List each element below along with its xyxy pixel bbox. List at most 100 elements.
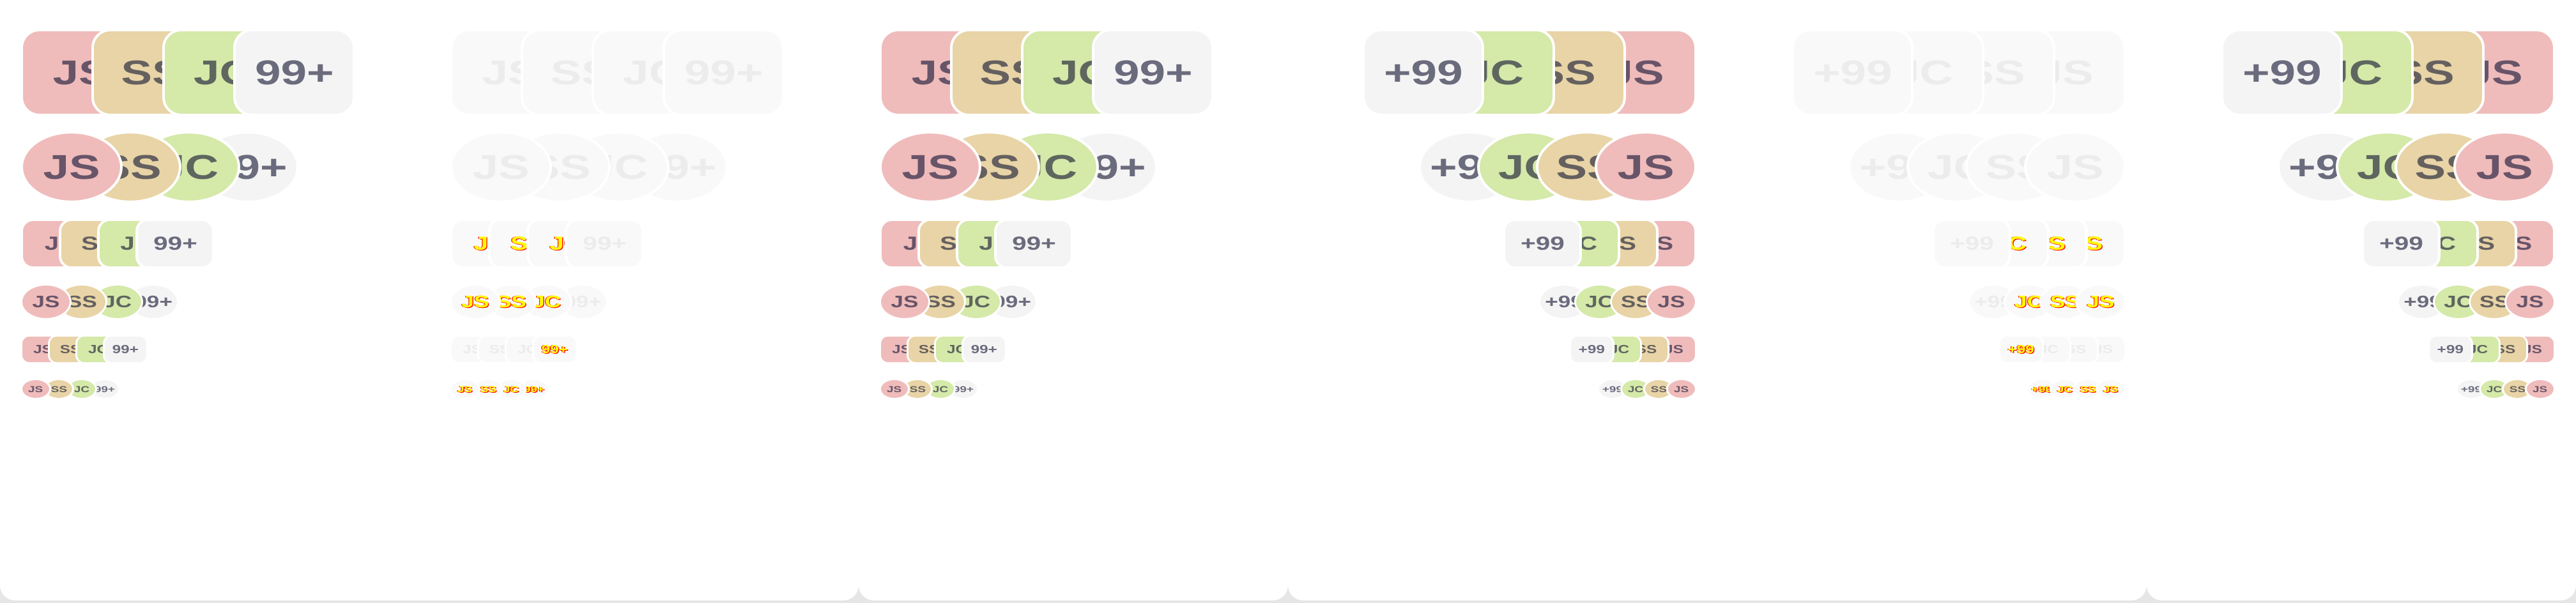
avatar-group-md-circle: JS SS JC 99+ bbox=[20, 284, 409, 320]
avatar-label: JC bbox=[503, 384, 519, 394]
avatar[interactable]: JS bbox=[879, 131, 981, 203]
avatar-label: JS bbox=[901, 148, 959, 187]
avatar-group-panel-6: JSSSJC+99 JSSSJC+99 JSSSJC+99 JSSSJC+99 JSSS… bbox=[2147, 0, 2576, 600]
avatar-label: 99+ bbox=[684, 53, 763, 92]
avatar-group-xs-circle: JS SS JC 99+ bbox=[879, 378, 1268, 400]
avatar-label: 99+ bbox=[970, 342, 998, 356]
avatar[interactable]: JS bbox=[20, 378, 51, 400]
avatar-label: +99 bbox=[1578, 342, 1606, 356]
avatar-group-lg-rounded: JSSSJC+99 bbox=[2167, 218, 2556, 269]
avatar-label: SS bbox=[480, 384, 496, 394]
avatar-group-sm-rounded: JS SS JC 99+ bbox=[879, 335, 1268, 364]
avatar[interactable]: JS bbox=[1666, 378, 1697, 400]
avatar-label: JC bbox=[2486, 384, 2503, 394]
avatar-label: 99+ bbox=[254, 53, 334, 92]
avatar[interactable]: JS bbox=[879, 284, 930, 320]
avatar-group-xl-circle: JS SS JC +99 bbox=[1308, 131, 1697, 203]
avatar-overflow-count[interactable]: 99+ bbox=[663, 29, 785, 116]
avatar-group-xl-rounded: JS SS JC 99+ bbox=[879, 29, 1268, 116]
avatar-label: JS bbox=[2087, 292, 2115, 311]
avatar-label: JS bbox=[472, 148, 530, 187]
avatar-label: SS bbox=[2080, 384, 2096, 394]
avatar-group-xl-circle: JS SS JC +99 bbox=[2167, 131, 2556, 203]
avatar-label: JS bbox=[461, 292, 489, 311]
avatar[interactable]: JS bbox=[450, 131, 552, 203]
avatar[interactable]: JS bbox=[2504, 284, 2556, 320]
avatar-label: JS bbox=[2516, 292, 2544, 311]
avatar[interactable]: JS bbox=[2024, 131, 2126, 203]
avatar-label: JS bbox=[43, 148, 100, 187]
avatar-label: +99 bbox=[2242, 53, 2322, 92]
avatar[interactable]: JS bbox=[2525, 378, 2556, 400]
avatar-overflow-count[interactable]: 99+ bbox=[565, 218, 644, 269]
avatar-group-xs-circle: JS SS JC 99+ bbox=[20, 378, 409, 400]
avatar-group-xl-circle: JS SS JC +99 bbox=[1738, 131, 2126, 203]
avatar-group-xl-circle: JS SS JC 99+ bbox=[879, 131, 1268, 203]
avatar-group-lg-rounded: JSSSJC99+ bbox=[879, 218, 1268, 269]
avatar-label: SS bbox=[1650, 384, 1667, 394]
avatar-overflow-count[interactable]: +99 bbox=[1932, 218, 2011, 269]
avatar-overflow-count[interactable]: 99+ bbox=[233, 29, 355, 116]
avatar-label: +99 bbox=[2007, 342, 2035, 356]
avatar-overflow-count[interactable]: 99+ bbox=[135, 218, 215, 269]
avatar[interactable]: JS bbox=[450, 378, 480, 400]
avatar-label: JC bbox=[103, 292, 132, 311]
avatar[interactable]: JS bbox=[1646, 284, 1697, 320]
avatar-label: 99+ bbox=[523, 384, 545, 394]
avatar-group-panel-1: JSSSJC99+JSSSJC99+JSSSJC99+JSSSJC99+JSSS… bbox=[0, 0, 429, 600]
avatar-overflow-count[interactable]: +99 bbox=[2221, 29, 2343, 116]
avatar-label: JC bbox=[962, 292, 991, 311]
avatar-group-md-circle: JS SS JC 99+ bbox=[879, 284, 1268, 320]
avatar-label: +99 bbox=[1949, 233, 1994, 254]
avatar-label: SS bbox=[909, 384, 926, 394]
avatar-label: JS bbox=[2533, 384, 2548, 394]
avatar-overflow-count[interactable]: 99+ bbox=[532, 335, 578, 364]
avatar-group-panel-5: JSSSJC+99JSSSJC+99JSSSJC+99JSSSJC+99JSSS… bbox=[1717, 0, 2147, 600]
avatar[interactable]: JS bbox=[2453, 131, 2556, 203]
avatar-overflow-count[interactable]: 99+ bbox=[1092, 29, 1214, 116]
avatar-overflow-count[interactable]: +99 bbox=[1791, 29, 1913, 116]
avatar-label: JS bbox=[2046, 148, 2104, 187]
avatar-group-md-circle: JS SS JC +99 bbox=[1308, 284, 1697, 320]
avatar-overflow-count[interactable]: 99+ bbox=[103, 335, 148, 364]
avatar-overflow-count[interactable]: +99 bbox=[2428, 335, 2473, 364]
avatar-label: JC bbox=[73, 384, 90, 394]
avatar-label: JS bbox=[2476, 148, 2533, 187]
avatar-group-md-circle: JS SS JC 99+ bbox=[450, 284, 838, 320]
avatar[interactable]: JS bbox=[20, 131, 123, 203]
avatar-group-xs-circle: JS SS JC 99+ bbox=[450, 378, 838, 400]
avatar[interactable]: JS bbox=[879, 378, 910, 400]
avatar-label: 99+ bbox=[94, 384, 116, 394]
avatar-group-xl-rounded: JS SS JC +99 bbox=[1738, 29, 2126, 116]
avatar[interactable]: JS bbox=[1595, 131, 1697, 203]
avatar-label: +99 bbox=[2379, 233, 2423, 254]
avatar-group-xl-rounded: JS SS JC +99 bbox=[1308, 29, 1697, 116]
avatar-overflow-count[interactable]: +99 bbox=[1569, 335, 1614, 364]
avatar-overflow-count[interactable]: 99+ bbox=[994, 218, 1073, 269]
avatar-label: JS bbox=[887, 384, 902, 394]
avatar-group-xl-rounded: JS SS JC 99+ bbox=[450, 29, 838, 116]
avatar-label: JS bbox=[1657, 292, 1685, 311]
avatar-overflow-count[interactable]: +99 bbox=[2361, 218, 2441, 269]
avatar-label: JS bbox=[2103, 384, 2119, 394]
avatar-label: +99 bbox=[1520, 233, 1565, 254]
avatar-label: JS bbox=[1617, 148, 1675, 187]
avatar[interactable]: JS bbox=[2096, 378, 2126, 400]
avatar[interactable]: JS bbox=[2075, 284, 2126, 320]
avatar-overflow-count[interactable]: +99 bbox=[1503, 218, 1582, 269]
avatar-label: JC bbox=[2057, 384, 2073, 394]
avatar-group-lg-rounded: JSSSJC99+ bbox=[450, 218, 838, 269]
avatar-overflow-count[interactable]: +99 bbox=[1998, 335, 2044, 364]
avatar-group-md-circle: JS SS JC +99 bbox=[2167, 284, 2556, 320]
avatar-group-xs-circle: JS SS JC +99 bbox=[2167, 378, 2556, 400]
avatar-group-xl-rounded: JS SS JC +99 bbox=[2167, 29, 2556, 116]
avatar[interactable]: JS bbox=[20, 284, 72, 320]
avatar-group-xl-rounded: JS SS JC 99+ bbox=[20, 29, 409, 116]
avatar[interactable]: JS bbox=[450, 284, 501, 320]
avatar-group-sm-rounded: JS SS JC 99+ bbox=[450, 335, 838, 364]
avatar-label: 99+ bbox=[953, 384, 974, 394]
avatar-label: 99+ bbox=[112, 342, 139, 356]
avatar-overflow-count[interactable]: 99+ bbox=[962, 335, 1007, 364]
avatar-group-sm-rounded: JS SS JC +99 bbox=[1308, 335, 1697, 364]
avatar-overflow-count[interactable]: +99 bbox=[1362, 29, 1484, 116]
